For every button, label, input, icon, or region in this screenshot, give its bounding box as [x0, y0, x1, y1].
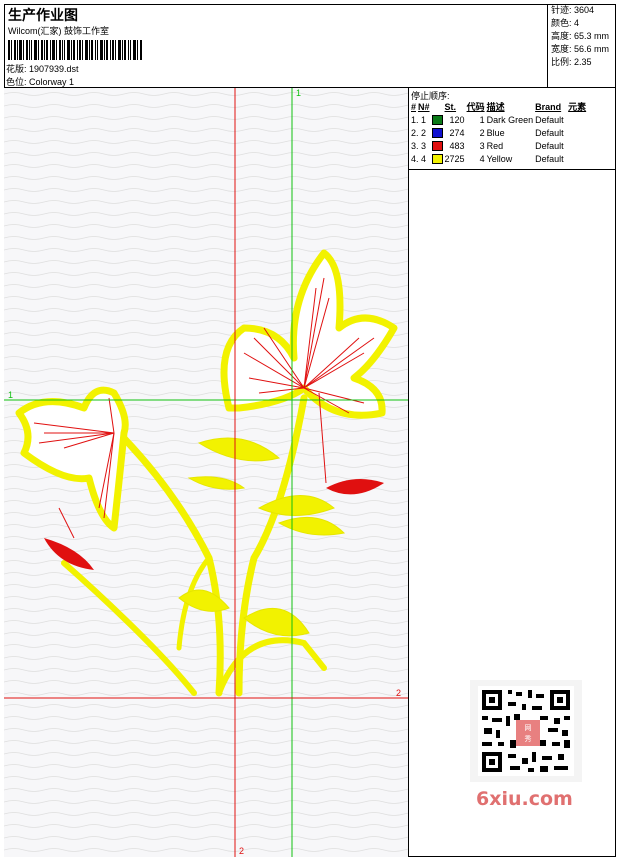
row-description: Dark Green	[486, 114, 534, 125]
row-description: Blue	[486, 127, 505, 138]
row-index: 1. 1	[411, 114, 427, 125]
col-swatch	[431, 100, 444, 113]
row-index: 2. 2	[411, 127, 427, 138]
company-name: Wilcom(汇家) 鼓饰工作室	[8, 26, 109, 36]
col-desc: 描述	[486, 102, 505, 112]
row-brand: Default	[535, 127, 564, 138]
row-swatch	[431, 113, 444, 126]
color-swatch	[431, 140, 443, 151]
col-n: N#	[418, 101, 430, 112]
green-v-label: 1	[296, 88, 302, 98]
table-row: 1. 1 120 1 Dark Green Default	[410, 113, 587, 126]
color-swatch	[431, 127, 443, 138]
page-title: 生产作业图	[8, 7, 78, 23]
row-swatch	[431, 152, 444, 165]
row-stitches: 483	[449, 140, 465, 151]
col-element: 元素	[568, 102, 587, 112]
watermark: 6xiu.com	[476, 788, 573, 810]
col-st: St.	[444, 101, 457, 112]
col-code: 代码	[466, 102, 485, 112]
design-file: 花版: 1907939.dst	[6, 64, 79, 74]
stat-stitches: 针迹: 3604	[551, 5, 595, 15]
row-code: 2	[479, 127, 485, 138]
colorway: 色位: Colorway 1	[6, 77, 75, 87]
row-element	[567, 113, 587, 126]
red-h-label: 2	[396, 688, 402, 698]
svg-text:网: 网	[525, 724, 532, 732]
row-element	[567, 152, 587, 165]
row-index: 4. 4	[411, 153, 427, 164]
svg-text:秀: 秀	[525, 734, 532, 743]
header: 生产作业图 Wilcom(汇家) 鼓饰工作室 花版: 1907939.dst 色…	[4, 4, 616, 88]
row-description: Yellow	[486, 153, 513, 164]
green-h-label: 1	[8, 390, 14, 400]
row-code: 4	[479, 153, 485, 164]
row-description: Red	[486, 140, 504, 151]
row-element	[567, 139, 587, 152]
table-row: 3. 3 483 3 Red Default	[410, 139, 587, 152]
color-swatch	[431, 114, 443, 125]
row-brand: Default	[535, 114, 564, 125]
row-stitches: 274	[449, 127, 465, 138]
qr-code: 网 秀	[470, 680, 582, 782]
table-row: 2. 2 274 2 Blue Default	[410, 126, 587, 139]
row-swatch	[431, 139, 444, 152]
stat-width: 宽度: 56.6 mm	[551, 44, 610, 54]
red-v-label: 2	[239, 846, 245, 856]
stats-panel: 针迹: 3604 颜色: 4 高度: 65.3 mm 宽度: 56.6 mm 比…	[547, 4, 616, 88]
col-brand: Brand	[535, 101, 562, 112]
barcode	[8, 40, 142, 60]
design-canvas: 1 1 2 2	[4, 88, 409, 857]
embroidery-preview	[4, 88, 408, 857]
row-swatch	[431, 126, 444, 139]
row-stitches: 2725	[444, 153, 465, 164]
stop-sequence-panel: 停止顺序: # N# St. 代码 描述 Brand 元素 1. 1 120 1 Da…	[409, 88, 616, 170]
stop-sequence-table: # N# St. 代码 描述 Brand 元素 1. 1 120 1 Dark Gre…	[410, 100, 587, 165]
row-code: 1	[479, 114, 485, 125]
row-code: 3	[479, 140, 485, 151]
table-row: 4. 4 2725 4 Yellow Default	[410, 152, 587, 165]
color-swatch	[431, 153, 443, 164]
col-hash: #	[411, 101, 417, 112]
row-stitches: 120	[449, 114, 465, 125]
stat-scale: 比例: 2.35	[551, 57, 592, 67]
row-brand: Default	[535, 153, 564, 164]
stat-height: 高度: 65.3 mm	[551, 31, 610, 41]
row-element	[567, 126, 587, 139]
stat-colors: 颜色: 4	[551, 18, 580, 28]
row-brand: Default	[535, 140, 564, 151]
row-index: 3. 3	[411, 140, 427, 151]
